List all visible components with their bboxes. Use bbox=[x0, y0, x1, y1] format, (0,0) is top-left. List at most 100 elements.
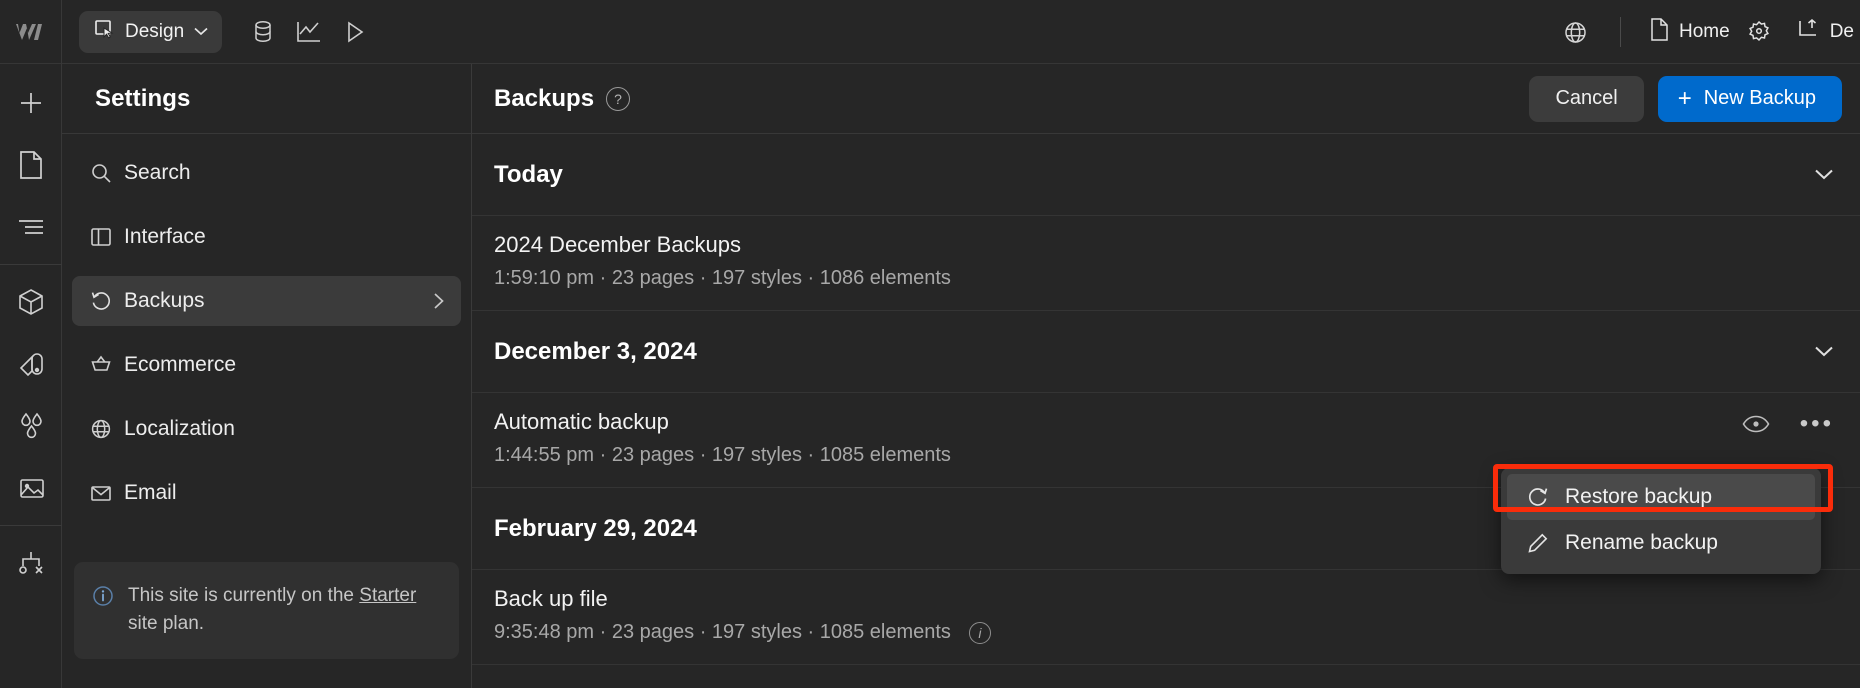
sidebar-item-ecommerce[interactable]: Ecommerce bbox=[72, 340, 461, 390]
settings-header: Settings bbox=[62, 64, 471, 134]
eye-icon[interactable] bbox=[1742, 415, 1770, 433]
header-divider bbox=[1620, 17, 1622, 47]
backup-meta: 9:35:48 pm · 23 pages · 197 styles · 108… bbox=[494, 621, 991, 644]
publish-frame-icon bbox=[1796, 17, 1821, 48]
deploy-label: De bbox=[1829, 21, 1854, 42]
settings-title: Settings bbox=[95, 84, 191, 112]
cursor-frame-icon bbox=[93, 18, 115, 45]
backups-header: Backups ? Cancel + New Backup bbox=[472, 64, 1860, 134]
backup-row-actions: ••• bbox=[1742, 412, 1834, 436]
pencil-icon bbox=[1527, 532, 1549, 554]
deploy-button[interactable]: De bbox=[1782, 17, 1854, 48]
chevron-down-icon bbox=[194, 23, 208, 41]
page-title: Backups bbox=[494, 84, 595, 112]
menu-item-label: Rename backup bbox=[1565, 531, 1718, 554]
sidebar-item-label: Interface bbox=[124, 225, 206, 248]
rail-divider bbox=[0, 264, 62, 265]
info-icon bbox=[92, 585, 114, 637]
top-bar: Design Home De bbox=[0, 0, 1860, 64]
sidebar-item-label: Localization bbox=[124, 417, 235, 440]
gear-asterisk-icon[interactable] bbox=[1736, 9, 1782, 55]
components-panel-icon[interactable] bbox=[0, 271, 62, 333]
sidebar-item-localization[interactable]: Localization bbox=[72, 404, 461, 454]
pages-panel-icon[interactable] bbox=[0, 134, 62, 196]
rail-divider-2 bbox=[0, 525, 62, 526]
backup-meta-text: 9:35:48 pm · 23 pages · 197 styles · 108… bbox=[494, 621, 951, 643]
backups-list: Today 2024 December Backups 1:59:10 pm ·… bbox=[472, 134, 1860, 688]
restore-redo-icon bbox=[1527, 486, 1549, 508]
webflow-logo-icon[interactable] bbox=[0, 0, 62, 64]
design-mode-button[interactable]: Design bbox=[79, 10, 223, 53]
backup-meta: 1:44:55 pm · 23 pages · 197 styles · 108… bbox=[494, 444, 951, 467]
home-breadcrumb[interactable]: Home bbox=[1643, 17, 1736, 48]
group-header-december-3-2024[interactable]: December 3, 2024 bbox=[472, 311, 1860, 393]
menu-item-rename-backup[interactable]: Rename backup bbox=[1507, 520, 1815, 566]
left-icon-rail bbox=[0, 64, 62, 688]
search-icon bbox=[90, 162, 116, 184]
plus-icon: + bbox=[1677, 84, 1692, 112]
backup-row[interactable]: Back up file 9:35:48 pm · 23 pages · 197… bbox=[472, 570, 1860, 665]
more-dots-icon[interactable]: ••• bbox=[1800, 412, 1834, 436]
info-icon[interactable]: i bbox=[968, 621, 991, 644]
menu-item-label: Restore backup bbox=[1565, 485, 1713, 508]
home-label: Home bbox=[1679, 21, 1730, 42]
sidebar-item-label: Backups bbox=[124, 289, 205, 312]
analytics-chart-icon[interactable] bbox=[286, 9, 332, 55]
chevron-down-icon[interactable] bbox=[1814, 168, 1834, 181]
site-plan-notice: This site is currently on the Starter si… bbox=[74, 562, 459, 660]
backup-meta-text: 1:44:55 pm · 23 pages · 197 styles · 108… bbox=[494, 444, 951, 466]
question-mark-icon[interactable]: ? bbox=[606, 86, 631, 111]
group-header-today[interactable]: Today bbox=[472, 134, 1860, 216]
group-heading: December 3, 2024 bbox=[494, 337, 697, 365]
cancel-button[interactable]: Cancel bbox=[1529, 75, 1644, 122]
globe-icon bbox=[90, 418, 116, 440]
menu-item-restore-backup[interactable]: Restore backup bbox=[1507, 474, 1815, 520]
backup-context-menu: Restore backup Rename backup bbox=[1501, 468, 1821, 574]
globe-icon[interactable] bbox=[1552, 9, 1598, 55]
basket-icon bbox=[90, 354, 116, 376]
group-heading: Today bbox=[494, 160, 563, 188]
audit-panel-icon[interactable] bbox=[0, 532, 62, 594]
restore-clock-icon bbox=[90, 290, 116, 312]
webflow-designer-window: Design Home De Settings Search Interface… bbox=[0, 0, 1860, 688]
notice-text-after: site plan. bbox=[128, 612, 205, 634]
settings-panel: Settings Search Interface Backups Ecomme… bbox=[62, 64, 472, 688]
backup-meta: 1:59:10 pm · 23 pages · 197 styles · 108… bbox=[494, 267, 951, 290]
backup-row[interactable]: 2024 December Backups 1:59:10 pm · 23 pa… bbox=[472, 216, 1860, 311]
group-heading: February 29, 2024 bbox=[494, 514, 697, 542]
chevron-down-icon[interactable] bbox=[1814, 345, 1834, 358]
envelope-icon bbox=[90, 482, 116, 504]
top-bar-right-cluster: Home De bbox=[1552, 0, 1860, 64]
settings-nav-list: Search Interface Backups Ecommerce Local… bbox=[62, 134, 471, 532]
preview-play-icon[interactable] bbox=[332, 9, 378, 55]
add-panel-icon[interactable] bbox=[0, 72, 62, 134]
chevron-right-icon bbox=[433, 291, 445, 311]
notice-text-before: This site is currently on the bbox=[128, 585, 360, 606]
backup-title: Automatic backup bbox=[494, 409, 669, 434]
header-actions: Cancel + New Backup bbox=[1529, 75, 1842, 122]
sidebar-item-email[interactable]: Email bbox=[72, 468, 461, 518]
assets-panel-icon[interactable] bbox=[0, 457, 62, 519]
main-body: Settings Search Interface Backups Ecomme… bbox=[0, 64, 1860, 688]
style-selector-panel-icon[interactable] bbox=[0, 333, 62, 395]
page-icon bbox=[1649, 17, 1670, 48]
site-plan-notice-text: This site is currently on the Starter si… bbox=[128, 582, 441, 637]
navigator-panel-icon[interactable] bbox=[0, 196, 62, 258]
sidebar-item-label: Ecommerce bbox=[124, 353, 237, 376]
backup-title: Back up file bbox=[494, 586, 608, 611]
interface-panel-icon bbox=[90, 226, 116, 248]
sidebar-item-interface[interactable]: Interface bbox=[72, 212, 461, 262]
design-mode-label: Design bbox=[125, 20, 185, 42]
backup-meta-text: 1:59:10 pm · 23 pages · 197 styles · 108… bbox=[494, 267, 951, 289]
new-backup-label: New Backup bbox=[1703, 87, 1816, 109]
sidebar-item-label: Search bbox=[124, 161, 191, 184]
sidebar-item-label: Email bbox=[124, 481, 177, 504]
cms-database-icon[interactable] bbox=[240, 9, 286, 55]
backups-panel: Backups ? Cancel + New Backup Today 2024… bbox=[472, 64, 1860, 688]
variables-panel-icon[interactable] bbox=[0, 395, 62, 457]
sidebar-item-search[interactable]: Search bbox=[72, 148, 461, 198]
sidebar-item-backups[interactable]: Backups bbox=[72, 276, 461, 326]
new-backup-button[interactable]: + New Backup bbox=[1657, 75, 1842, 122]
starter-plan-link[interactable]: Starter bbox=[359, 585, 416, 606]
backup-title: 2024 December Backups bbox=[494, 232, 742, 257]
